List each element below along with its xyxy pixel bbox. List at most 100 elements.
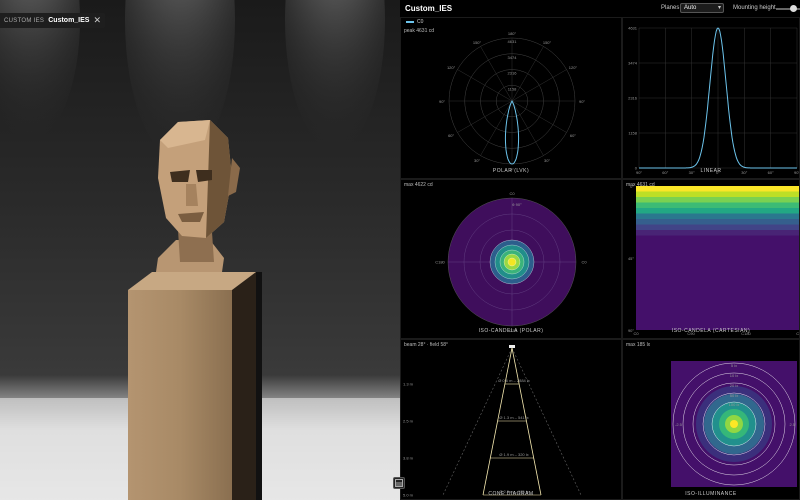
iso-cart-max-label: max 4631 cd bbox=[626, 182, 655, 188]
file-tab-name: Custom_IES bbox=[48, 17, 90, 24]
cone-distance-label: 3.8 m bbox=[403, 456, 414, 461]
polar-angle-label: 30° bbox=[544, 158, 550, 163]
linear-y-tick: 4631 bbox=[628, 26, 638, 31]
polar-angle-label: 60° bbox=[448, 133, 454, 138]
iso-cart-band bbox=[636, 230, 799, 236]
cone-row-label: Ø 0.6 m – 2884 lx bbox=[498, 378, 530, 383]
iso-lux-side-label: 2.5 bbox=[789, 422, 795, 427]
legend-label: C0 bbox=[417, 19, 424, 25]
polar-spoke bbox=[511, 100, 567, 133]
iso-polar-inner-label: θ 90° bbox=[512, 202, 522, 207]
iso-polar-label: C180 bbox=[435, 260, 445, 265]
iso-candela-polar-chart: C0 C0 C180 C270 θ 90° max 4622 cd ISO-CANDEL… bbox=[400, 179, 622, 339]
iso-cart-band bbox=[636, 202, 799, 208]
planes-select[interactable]: Auto ▾ bbox=[680, 3, 724, 13]
polar-ring-label: 1158 bbox=[508, 86, 517, 91]
panel-toggle-icon bbox=[395, 479, 403, 487]
polar-angle-label: 30° bbox=[474, 158, 480, 163]
polar-angle-label: 90° bbox=[579, 99, 585, 104]
beam-edge bbox=[511, 347, 542, 496]
chevron-down-icon: ▾ bbox=[717, 5, 721, 11]
iso-lux-ring-label: 50 lx bbox=[730, 393, 738, 398]
polar-spoke bbox=[511, 100, 544, 156]
iso-cart-band bbox=[636, 191, 799, 197]
iso-lux-ring-label: 10 lx bbox=[730, 373, 738, 378]
polar-caption: POLAR (LVK) bbox=[492, 168, 530, 174]
polar-angle-label: 90° bbox=[439, 99, 445, 104]
beam-edge bbox=[482, 347, 513, 496]
iso-cart-caption: ISO-CANDELA (CARTESIAN) bbox=[671, 328, 751, 334]
polar-angle-label: 60° bbox=[570, 133, 576, 138]
photometric-panel: Custom_IES Planes Auto ▾ Mounting height… bbox=[400, 0, 800, 500]
planes-label: Planes bbox=[661, 5, 680, 11]
linear-y-tick: 2316 bbox=[628, 96, 638, 101]
cone-row-label: Ø 1.3 m – 541 lx bbox=[499, 415, 528, 420]
polar-spoke bbox=[511, 46, 544, 102]
polar-lvk-chart: 4631 3474 2316 1158 180° 150° 150° 120° 120° 90° 9… bbox=[400, 17, 622, 179]
chart-legend: C0 bbox=[406, 19, 423, 25]
linear-y-tick: 1158 bbox=[628, 131, 637, 136]
polar-lvk-plot: 4631 3474 2316 1158 180° 150° 150° 120° 120° 90° 9… bbox=[439, 31, 585, 172]
iso-lux-ring-label: 100 lx bbox=[729, 402, 740, 407]
mounting-height-label: Mounting height bbox=[733, 5, 776, 11]
iso-candela-polar-plot: C0C0C180C270θ 90° bbox=[435, 191, 587, 333]
iso-cart-band bbox=[636, 224, 799, 230]
iso-lux-side-label: -2.5 bbox=[675, 422, 683, 427]
iso-cart-band bbox=[636, 186, 799, 192]
iso-cart-y-tick: 45° bbox=[628, 256, 634, 261]
linear-caption: LINEAR bbox=[700, 168, 722, 174]
polar-ring-label: 4631 bbox=[508, 39, 518, 44]
iso-cart-band bbox=[636, 219, 799, 225]
luminaire-icon bbox=[509, 345, 515, 348]
cone-row-label: Ø 1.9 m – 320 lx bbox=[499, 452, 528, 457]
polar-angle-label: 150° bbox=[473, 40, 482, 45]
field-edge bbox=[511, 347, 582, 496]
mounting-height-slider-handle[interactable] bbox=[790, 5, 798, 12]
polar-ring-label: 3474 bbox=[508, 55, 518, 60]
iso-lux-ring-label: 5 lx bbox=[731, 363, 737, 368]
linear-y-tick: 3474 bbox=[628, 61, 638, 66]
iso-lux-fill bbox=[730, 420, 738, 428]
field-edge bbox=[442, 347, 513, 496]
close-icon[interactable]: ✕ bbox=[93, 16, 101, 25]
iso-polar-caption: ISO-CANDELA (POLAR) bbox=[478, 328, 544, 334]
legend-swatch bbox=[406, 21, 414, 23]
iso-lux-ring-label: 20 lx bbox=[730, 383, 738, 388]
cone-distance-label: 2.5 m bbox=[403, 419, 414, 424]
iso-polar-label: C0 bbox=[509, 191, 515, 196]
polar-angle-label: 120° bbox=[447, 65, 456, 70]
viewport-3d[interactable]: CUSTOM IES Custom_IES ✕ bbox=[0, 0, 400, 500]
iso-cart-band bbox=[636, 197, 799, 203]
iso-lux-caption: ISO-ILLUMINANCE bbox=[685, 491, 737, 497]
panel-header: Custom_IES Planes Auto ▾ Mounting height bbox=[400, 0, 800, 17]
polar-spoke bbox=[457, 69, 513, 102]
panel-title: Custom_IES bbox=[405, 4, 453, 13]
polar-spoke bbox=[480, 100, 513, 156]
cone-beam-label: beam 28° · field 58° bbox=[404, 342, 449, 348]
file-tab[interactable]: CUSTOM IES Custom_IES ✕ bbox=[0, 13, 106, 28]
polar-ring-label: 2316 bbox=[508, 71, 518, 76]
scene-render bbox=[0, 0, 400, 500]
cone-diagram-chart: 1.3 m Ø 0.6 m – 2884 lx 2.5 m Ø 1.3 m – 541… bbox=[400, 339, 622, 500]
planes-select-value: Auto bbox=[684, 5, 697, 11]
polar-angle-label: 150° bbox=[543, 40, 552, 45]
iso-lux-max-label: max 185 lx bbox=[626, 342, 651, 348]
linear-chart: 4631 3474 2316 1158 0 90° 60° 30° 0° 30° 60° 90° LI… bbox=[622, 17, 800, 179]
iso-candela-cartesian-plot: 0°45°90°C0C90C180C270 bbox=[628, 184, 799, 336]
cone-distance-label: 1.3 m bbox=[403, 382, 414, 387]
iso-candela-cartesian-chart: 0°45°90°C0C90C180C270 max 4631 cd ISO-CA… bbox=[622, 179, 800, 339]
polar-spoke bbox=[511, 69, 567, 102]
polar-angle-label: 180° bbox=[508, 31, 517, 36]
iso-cart-band bbox=[636, 213, 799, 219]
iso-polar-max-label: max 4622 cd bbox=[404, 182, 433, 188]
peak-label: peak 4631 cd bbox=[404, 28, 435, 34]
cone-caption: CONE DIAGRAM bbox=[488, 491, 534, 497]
linear-plot: 4631347423161158090° 60° 30° 0° 30° 60° 90° bbox=[628, 26, 799, 176]
iso-illuminance-chart: 5 lx 10 lx 20 lx 50 lx 100 lx -2.5 2.5 max 185… bbox=[622, 339, 800, 500]
polar-angle-label: 120° bbox=[569, 65, 578, 70]
polar-spoke bbox=[457, 100, 513, 133]
cone-diagram-plot: 1.3 m Ø 0.6 m – 2884 lx 2.5 m Ø 1.3 m – 541… bbox=[403, 345, 582, 498]
iso-polar-contour bbox=[507, 257, 517, 267]
file-tab-label: CUSTOM IES bbox=[4, 17, 45, 24]
panel-toggle-button[interactable] bbox=[393, 477, 405, 489]
